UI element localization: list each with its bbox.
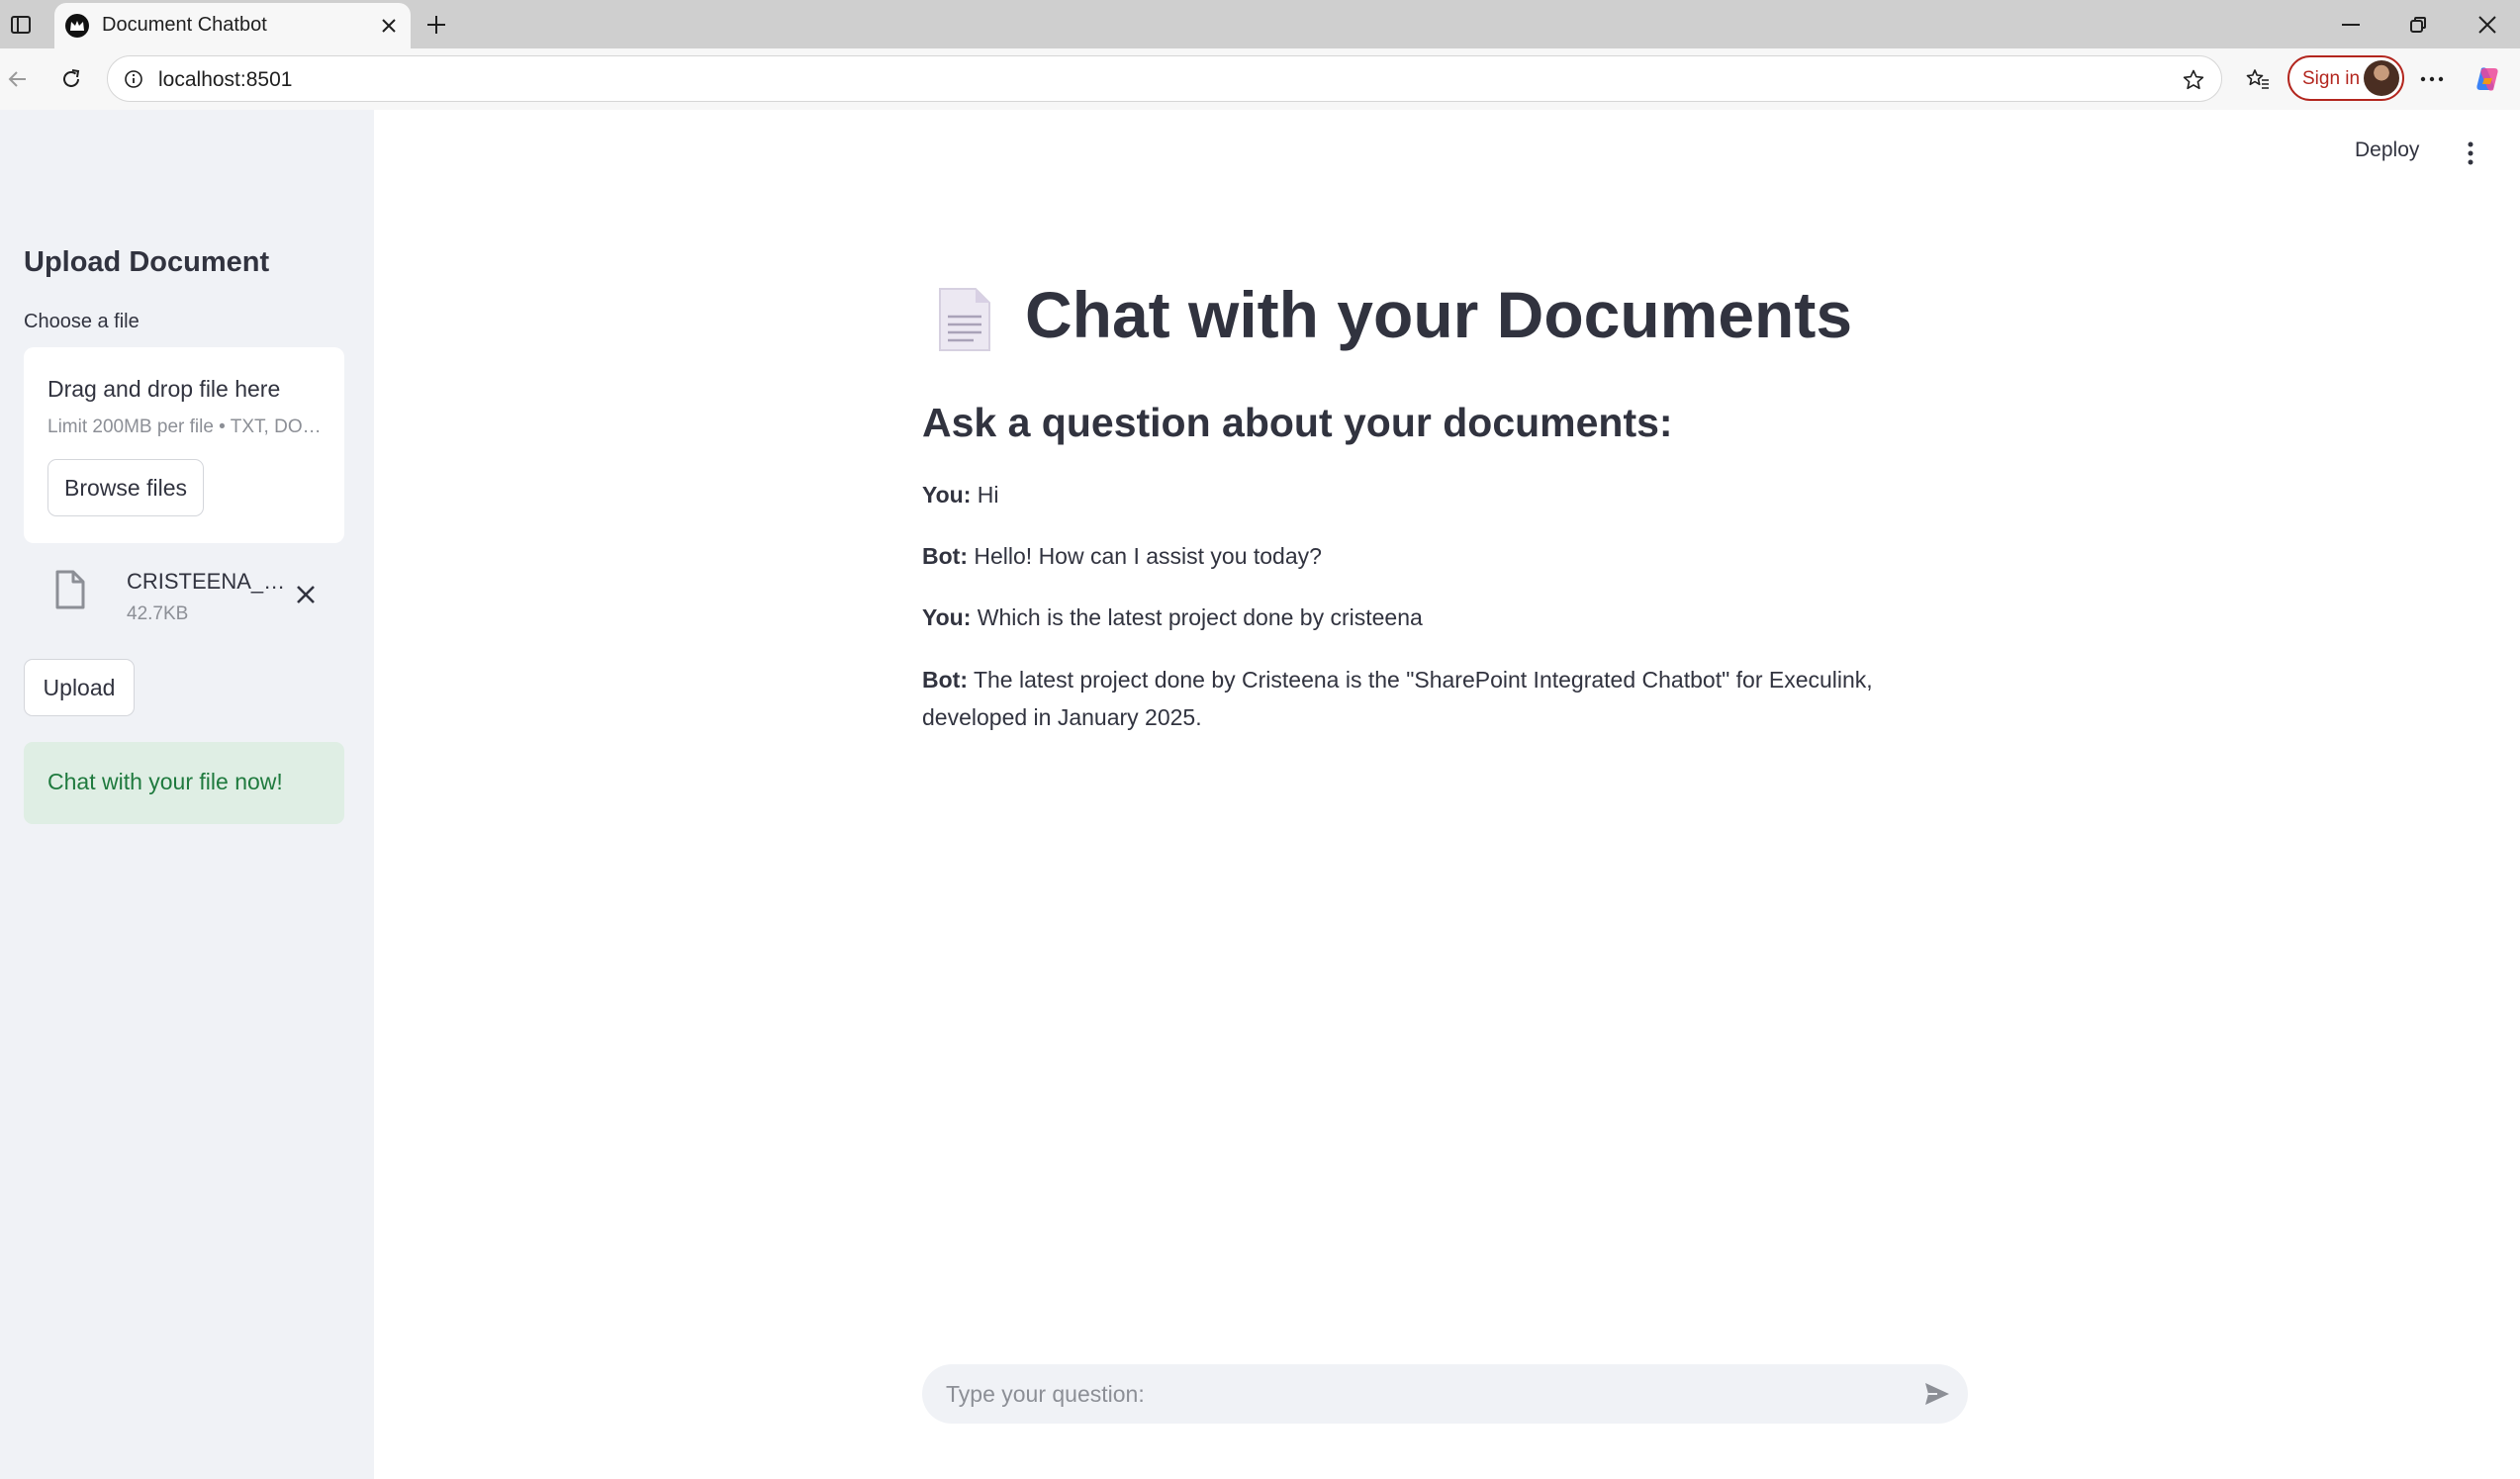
question-input[interactable] bbox=[946, 1364, 1896, 1424]
chat-input-box bbox=[922, 1364, 1968, 1424]
message-speaker: Bot: bbox=[922, 543, 968, 569]
message-text: Hello! How can I assist you today? bbox=[974, 543, 1322, 569]
file-size: 42.7KB bbox=[127, 603, 189, 624]
browse-files-button[interactable]: Browse files bbox=[47, 459, 204, 516]
message-speaker: Bot: bbox=[922, 667, 968, 693]
reload-icon[interactable] bbox=[53, 61, 89, 97]
message-text: Which is the latest project done by cris… bbox=[977, 604, 1423, 630]
section-heading: Ask a question about your documents: bbox=[922, 400, 1673, 445]
info-icon[interactable] bbox=[122, 67, 145, 91]
upload-button[interactable]: Upload bbox=[24, 659, 135, 716]
address-bar[interactable]: localhost:8501 bbox=[107, 55, 2222, 102]
dropzone-title: Drag and drop file here bbox=[47, 376, 281, 402]
copilot-icon[interactable] bbox=[2470, 61, 2505, 97]
tab-actions-icon[interactable] bbox=[4, 8, 38, 42]
browser-tab-strip: Document Chatbot bbox=[0, 0, 2520, 48]
uploaded-file: CRISTEENA_J… 42.7KB bbox=[24, 560, 344, 629]
streamlit-crown-icon bbox=[65, 14, 89, 38]
sign-in-button[interactable]: Sign in bbox=[2287, 55, 2404, 101]
chat-message: Bot: The latest project done by Cristeen… bbox=[922, 661, 1971, 736]
file-uploader-label: Choose a file bbox=[24, 311, 140, 332]
document-icon bbox=[936, 285, 993, 354]
success-alert: Chat with your file now! bbox=[24, 742, 344, 824]
chat-message: Bot: Hello! How can I assist you today? bbox=[922, 537, 1971, 575]
browser-tab[interactable]: Document Chatbot bbox=[54, 3, 411, 48]
arrow-left-icon[interactable] bbox=[0, 61, 36, 97]
file-icon bbox=[53, 570, 85, 609]
dropzone-limit: Limit 200MB per file • TXT, DO… bbox=[47, 416, 322, 437]
plus-icon[interactable] bbox=[420, 8, 453, 42]
deploy-button[interactable]: Deploy bbox=[2355, 139, 2419, 162]
message-text: Hi bbox=[977, 482, 999, 508]
send-icon[interactable] bbox=[1920, 1377, 1954, 1411]
sign-in-label: Sign in bbox=[2302, 68, 2361, 89]
page-title: Chat with your Documents bbox=[1025, 278, 1853, 351]
file-dropzone[interactable]: Drag and drop file here Limit 200MB per … bbox=[24, 347, 344, 543]
message-speaker: You: bbox=[922, 604, 972, 630]
remove-file-icon[interactable] bbox=[291, 580, 321, 609]
close-icon[interactable] bbox=[375, 12, 403, 40]
sidebar-heading: Upload Document bbox=[24, 246, 270, 278]
tab-title: Document Chatbot bbox=[102, 14, 267, 36]
message-text: The latest project done by Cristeena is … bbox=[922, 667, 1873, 730]
kebab-icon[interactable] bbox=[2456, 137, 2485, 170]
restore-icon[interactable] bbox=[2388, 6, 2448, 44]
minimize-icon[interactable] bbox=[2321, 6, 2380, 44]
window-close-icon[interactable] bbox=[2458, 6, 2517, 44]
address-url[interactable]: localhost:8501 bbox=[158, 68, 292, 92]
ellipsis-icon[interactable] bbox=[2414, 61, 2450, 97]
chat-message: You: Hi bbox=[922, 476, 1971, 513]
browser-toolbar: localhost:8501 Sign in bbox=[0, 48, 2520, 110]
message-speaker: You: bbox=[922, 482, 972, 508]
star-icon[interactable] bbox=[2180, 66, 2207, 94]
file-name: CRISTEENA_J… bbox=[127, 569, 289, 594]
avatar bbox=[2364, 60, 2399, 96]
success-text: Chat with your file now! bbox=[47, 769, 283, 794]
chat-message: You: Which is the latest project done by… bbox=[922, 599, 1971, 636]
favorites-icon[interactable] bbox=[2240, 61, 2276, 97]
